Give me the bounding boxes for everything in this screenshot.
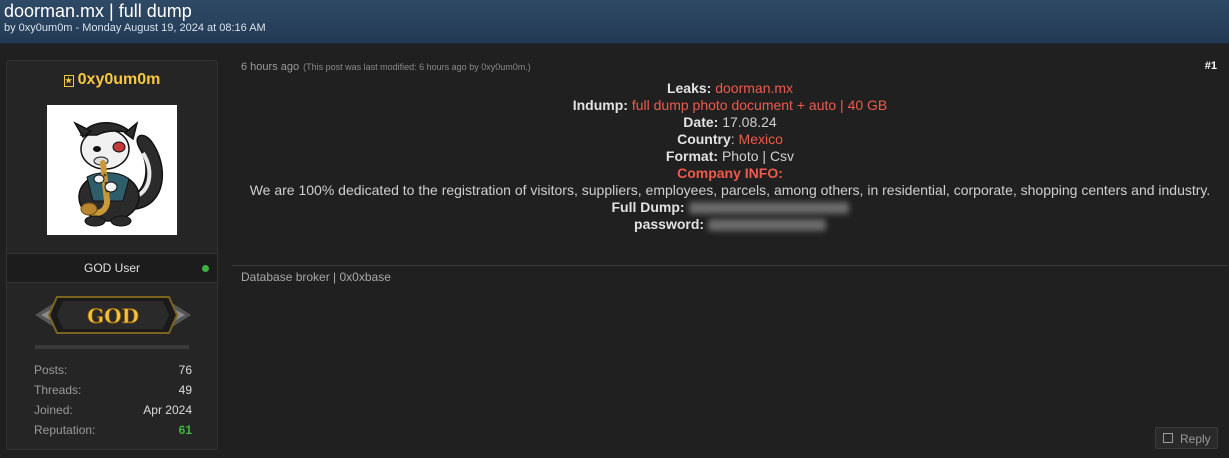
thread-meta: by 0xy0um0m - Monday August 19, 2024 at … bbox=[4, 22, 266, 34]
country-line: Country: Mexico bbox=[240, 131, 1220, 148]
format-value: Photo | Csv bbox=[721, 148, 795, 164]
format-line: Format: Photo | Csv bbox=[240, 148, 1220, 165]
author-panel: ★ 0xy0um0m GOD User GOD Posts: 76 Thread… bbox=[6, 60, 218, 450]
country-label: Country bbox=[677, 131, 731, 147]
indump-value: full dump photo document + auto | 40 GB bbox=[631, 97, 888, 113]
fulldump-label: Full Dump: bbox=[611, 199, 685, 215]
author-name[interactable]: ★ 0xy0um0m bbox=[7, 71, 217, 89]
reply-label: Reply bbox=[1180, 432, 1211, 446]
stat-posts: Posts: 76 bbox=[34, 363, 192, 383]
leaks-label: Leaks: bbox=[666, 80, 712, 96]
stat-value[interactable]: 76 bbox=[179, 363, 192, 383]
post-body: Leaks: doorman.mx Indump: full dump phot… bbox=[240, 80, 1220, 233]
company-text: We are 100% dedicated to the registratio… bbox=[249, 182, 1211, 198]
stat-label: Posts: bbox=[34, 363, 68, 377]
format-label: Format: bbox=[665, 148, 719, 164]
stat-reputation: Reputation: 61 bbox=[34, 423, 192, 443]
company-line: Company INFO: bbox=[240, 165, 1220, 182]
company-label: Company INFO: bbox=[677, 165, 783, 181]
avatar[interactable] bbox=[47, 105, 177, 235]
online-status-icon bbox=[202, 265, 209, 272]
indump-label: Indump: bbox=[572, 97, 628, 113]
post-date-text: 6 hours ago bbox=[241, 61, 300, 73]
stat-value[interactable]: 61 bbox=[179, 423, 192, 443]
stat-label: Threads: bbox=[34, 383, 82, 397]
leaks-line: Leaks: doorman.mx bbox=[240, 80, 1220, 97]
fulldump-line: Full Dump: bbox=[240, 199, 1220, 216]
reply-button[interactable]: Reply bbox=[1155, 427, 1218, 449]
thread-title: doorman.mx | full dump bbox=[4, 1, 192, 21]
redacted-password bbox=[707, 219, 826, 232]
reply-icon bbox=[1163, 433, 1173, 443]
date-value: 17.08.24 bbox=[722, 114, 777, 130]
stat-joined: Joined: Apr 2024 bbox=[34, 403, 192, 423]
date-label: Date: bbox=[683, 114, 719, 130]
rank-progress-bar bbox=[35, 345, 189, 349]
rank-star-icon: ★ bbox=[63, 75, 74, 87]
stat-value: Apr 2024 bbox=[143, 403, 192, 417]
usertitle-row: GOD User bbox=[7, 253, 217, 283]
signature: Database broker | 0x0xbase bbox=[241, 270, 391, 284]
country-value: Mexico bbox=[738, 131, 783, 147]
rank-badge-label: GOD bbox=[87, 304, 139, 328]
password-label: password: bbox=[634, 216, 705, 232]
post-number-link[interactable]: #1 bbox=[1205, 60, 1217, 72]
post-date: 6 hours ago (This post was last modified:… bbox=[241, 61, 531, 73]
redacted-link[interactable] bbox=[688, 202, 849, 215]
post: ★ 0xy0um0m GOD User GOD Posts: 76 Thread… bbox=[0, 44, 1229, 458]
country-sep: : bbox=[730, 131, 735, 147]
rank-badge-icon: GOD bbox=[35, 296, 191, 334]
usertitle: GOD User bbox=[83, 261, 140, 275]
password-line: password: bbox=[240, 216, 1220, 233]
skunk-avatar-icon bbox=[73, 120, 163, 227]
stat-label: Reputation: bbox=[34, 423, 96, 437]
edited-note: (This post was last modified: 6 hours ag… bbox=[303, 62, 531, 72]
date-line: Date: 17.08.24 bbox=[240, 114, 1220, 131]
leaks-value: doorman.mx bbox=[715, 80, 794, 96]
signature-divider bbox=[232, 265, 1228, 266]
author-stats: Posts: 76 Threads: 49 Joined: Apr 2024 R… bbox=[34, 363, 192, 443]
indump-line: Indump: full dump photo document + auto … bbox=[240, 97, 1220, 114]
author-name-label: 0xy0um0m bbox=[77, 71, 161, 88]
stat-threads: Threads: 49 bbox=[34, 383, 192, 403]
stat-label: Joined: bbox=[34, 403, 73, 417]
thread-header: doorman.mx | full dump by 0xy0um0m - Mon… bbox=[0, 0, 1229, 44]
rank-badge: GOD bbox=[33, 293, 193, 337]
stat-value[interactable]: 49 bbox=[179, 383, 192, 403]
